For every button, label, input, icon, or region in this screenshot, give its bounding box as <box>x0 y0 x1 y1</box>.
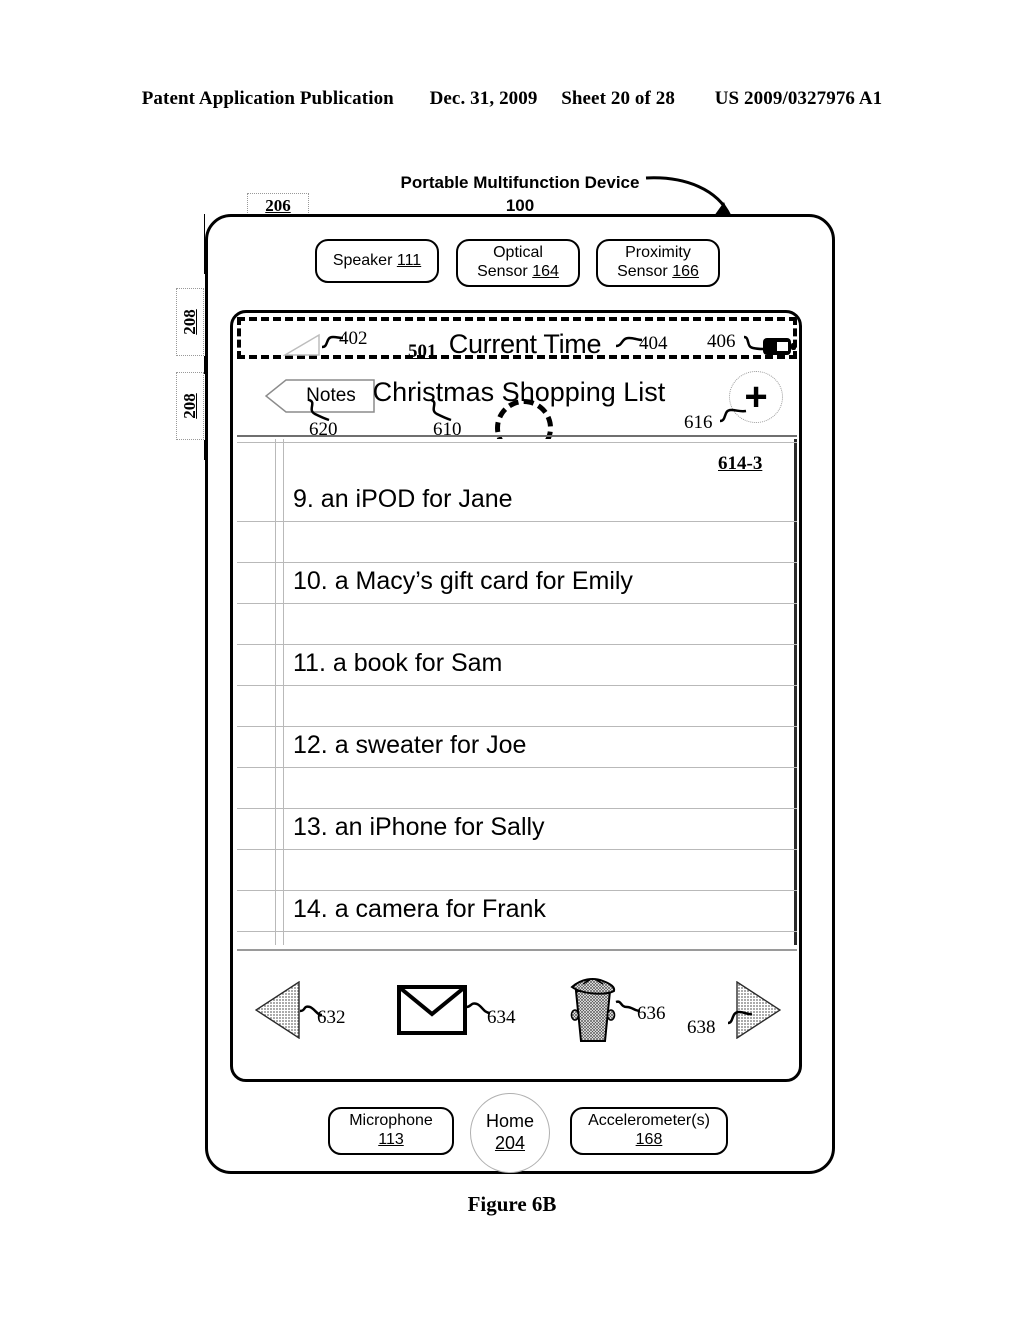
callout-208-box-lower: 208 <box>176 372 204 440</box>
callout-208-text-lower: 208 <box>180 393 199 419</box>
patent-page-header: Patent Application Publication Dec. 31, … <box>0 88 1024 110</box>
optical-sensor-ref: 164 <box>532 263 559 280</box>
callout-620-text: 620 <box>309 419 338 440</box>
accelerometer-component: Accelerometer(s) 168 <box>570 1107 728 1155</box>
note-list-item[interactable]: 14. a camera for Frank <box>293 895 546 924</box>
home-button-ref: 204 <box>494 1133 526 1153</box>
callout-208-text-upper: 208 <box>180 309 199 335</box>
accelerometer-ref: 168 <box>635 1131 663 1148</box>
note-toolbar: 632 634 636 638 <box>237 949 797 1075</box>
proximity-sensor-label-line2: Sensor <box>617 263 668 280</box>
status-bar: 402 501 Current Time 404 406 <box>237 317 797 362</box>
portable-multifunction-device: Speaker 111 Optical Sensor 164 Proximity… <box>205 214 835 1174</box>
patent-sheet-number: Sheet 20 of 28 <box>561 88 675 109</box>
optical-sensor-label-line1: Optical <box>493 244 543 262</box>
rule-line <box>237 849 797 850</box>
callout-638-leader <box>727 1010 753 1025</box>
note-list-item[interactable]: 12. a sweater for Joe <box>293 731 526 760</box>
callout-614-3-text: 614-3 <box>718 453 763 474</box>
rule-line <box>237 726 797 727</box>
figure-caption: Figure 6B <box>467 1192 557 1216</box>
rule-line <box>237 767 797 768</box>
note-list-item[interactable]: 10. a Macy’s gift card for Emily <box>293 567 633 596</box>
rule-line <box>237 442 797 443</box>
rule-line <box>237 521 797 522</box>
callout-616-text: 616 <box>684 412 713 433</box>
speaker-component: Speaker 111 <box>315 239 439 283</box>
patent-publication-number: US 2009/0327976 A1 <box>714 88 883 109</box>
rule-line <box>237 685 797 686</box>
proximity-sensor-component: Proximity Sensor 166 <box>596 239 720 287</box>
note-list-item[interactable]: 11. a book for Sam <box>293 649 502 678</box>
note-content-area[interactable]: 614-3 9. an iPOD for Jane 10. a Macy’s g… <box>237 439 797 945</box>
callout-616-leader <box>719 408 747 423</box>
note-list-item[interactable]: 9. an iPOD for Jane <box>293 485 513 514</box>
battery-icon <box>763 338 796 355</box>
rule-line <box>237 603 797 604</box>
screen-right-edge <box>794 439 797 945</box>
home-button-label: Home <box>485 1111 534 1132</box>
speaker-ref: 111 <box>396 251 422 269</box>
callout-632-text: 632 <box>317 1007 346 1028</box>
callout-634-text: 634 <box>487 1007 516 1028</box>
microphone-component: Microphone 113 <box>328 1107 454 1155</box>
speaker-label: Speaker <box>332 251 393 269</box>
microphone-label: Microphone <box>349 1112 433 1130</box>
callout-638-text: 638 <box>687 1017 716 1038</box>
previous-note-icon[interactable] <box>255 981 301 1039</box>
rule-line <box>237 808 797 809</box>
envelope-icon[interactable] <box>397 985 467 1035</box>
rule-line <box>237 644 797 645</box>
proximity-sensor-label-line1: Proximity <box>625 244 691 262</box>
accelerometer-label: Accelerometer(s) <box>588 1112 710 1130</box>
optical-sensor-component: Optical Sensor 164 <box>456 239 580 287</box>
navigation-bar: Notes Christmas Shopping List + 620 610 … <box>237 363 797 440</box>
callout-406-text: 406 <box>707 331 736 352</box>
add-note-label: + <box>744 375 768 419</box>
callout-610-text: 610 <box>433 419 462 440</box>
rule-line <box>237 890 797 891</box>
callout-206-text: 206 <box>265 196 291 215</box>
note-list-item[interactable]: 13. an iPhone for Sally <box>293 813 545 842</box>
microphone-ref: 113 <box>378 1131 404 1148</box>
patent-date: Dec. 31, 2009 <box>429 88 538 109</box>
callout-406-leader <box>743 335 765 351</box>
home-button[interactable]: Home 204 <box>470 1093 550 1173</box>
optical-sensor-label-line2: Sensor <box>477 263 528 280</box>
callout-636-text: 636 <box>637 1003 666 1024</box>
margin-line-inner <box>283 439 284 945</box>
rule-line <box>237 562 797 563</box>
callout-208-box-upper: 208 <box>176 288 204 356</box>
patent-publication-label: Patent Application Publication <box>141 88 394 109</box>
margin-line-outer <box>275 439 276 945</box>
rule-line <box>237 931 797 932</box>
touch-screen-display[interactable]: 402 501 Current Time 404 406 680 <box>230 310 802 1082</box>
trash-can-icon[interactable] <box>567 973 619 1045</box>
proximity-sensor-ref: 166 <box>672 263 699 280</box>
device-title-line1: Portable Multifunction Device <box>400 173 640 192</box>
callout-404-text: 404 <box>639 333 668 354</box>
